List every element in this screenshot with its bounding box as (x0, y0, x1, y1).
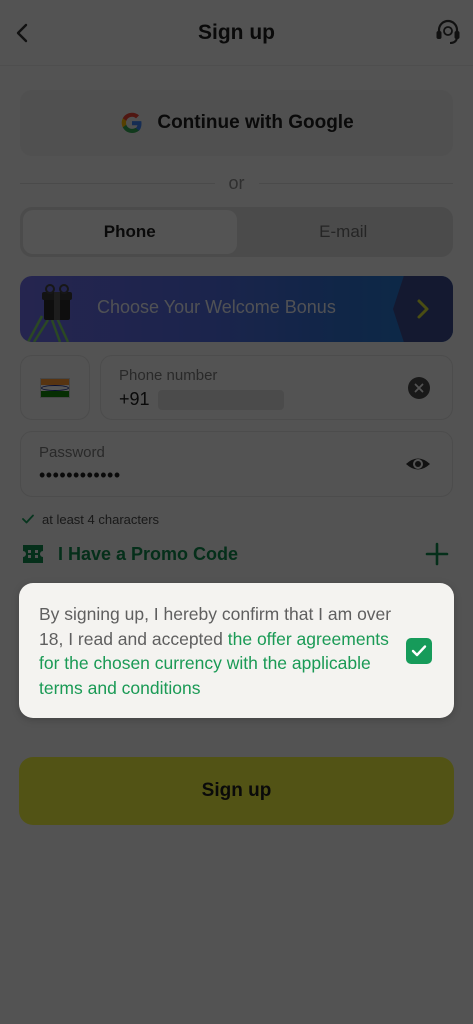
check-icon (22, 514, 34, 524)
chevron-right-icon (417, 299, 429, 319)
phone-number-value[interactable]: +91 (119, 389, 284, 410)
clear-icon[interactable] (408, 377, 430, 399)
divider-line (258, 182, 454, 184)
tab-email[interactable]: E-mail (237, 210, 451, 254)
bonus-arrow-button[interactable] (393, 276, 453, 342)
chevron-left-icon[interactable] (10, 20, 36, 46)
gift-icon (26, 284, 72, 342)
plus-icon[interactable] (425, 542, 449, 566)
signup-button[interactable]: Sign up (19, 757, 454, 825)
divider-line (20, 182, 215, 184)
password-rule-text: at least 4 characters (42, 511, 160, 527)
google-button-label: Continue with Google (157, 112, 354, 133)
page-title: Sign up (198, 20, 275, 44)
promo-code-toggle[interactable]: I Have a Promo Code (20, 538, 453, 570)
or-divider: or (20, 170, 454, 196)
phone-prefix: +91 (119, 389, 150, 409)
welcome-bonus-label: Choose Your Welcome Bonus (97, 297, 336, 317)
terms-consent-card: By signing up, I hereby confirm that I a… (19, 583, 454, 718)
signup-method-tabs: Phone E-mail (20, 207, 453, 257)
phone-number-label: Phone number (119, 367, 218, 384)
country-selector[interactable] (20, 355, 90, 420)
password-value[interactable]: •••••••••••• (39, 465, 121, 486)
eye-icon[interactable] (404, 452, 432, 476)
checkmark-icon (411, 645, 427, 657)
ticket-icon (23, 545, 43, 563)
terms-checkbox[interactable] (406, 638, 432, 664)
redacted-phone-number (157, 389, 284, 410)
phone-number-field[interactable]: Phone number +91 (100, 355, 453, 420)
tab-phone[interactable]: Phone (23, 210, 237, 254)
header: Sign up (0, 0, 473, 66)
promo-code-label: I Have a Promo Code (58, 543, 239, 564)
welcome-bonus-banner[interactable]: Choose Your Welcome Bonus (20, 276, 453, 342)
india-flag-icon (40, 377, 70, 398)
password-field[interactable]: Password •••••••••••• (20, 431, 453, 497)
headset-icon[interactable] (433, 17, 463, 47)
terms-text: By signing up, I hereby confirm that I a… (39, 602, 399, 700)
password-label: Password (39, 444, 105, 461)
or-text: or (228, 172, 245, 193)
continue-with-google-button[interactable]: Continue with Google (20, 90, 453, 156)
password-rule: at least 4 characters (22, 509, 159, 529)
google-icon (122, 112, 142, 133)
